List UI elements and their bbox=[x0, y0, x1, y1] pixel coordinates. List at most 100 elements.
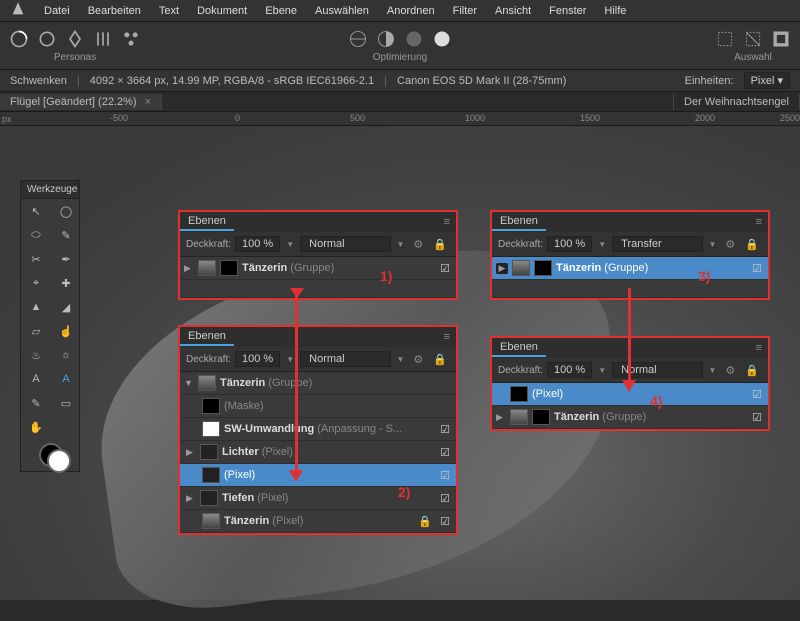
layer-row-maske[interactable]: (Maske) bbox=[180, 395, 456, 418]
selection-marquee-icon[interactable] bbox=[714, 28, 736, 50]
chevron-down-icon[interactable]: ▼ bbox=[395, 355, 407, 364]
expand-arrow-icon[interactable]: ▶ bbox=[184, 263, 194, 274]
hand-tool-icon[interactable]: ✋ bbox=[21, 415, 51, 439]
burn-tool-icon[interactable]: ♨ bbox=[21, 343, 51, 367]
expand-arrow-icon[interactable]: ▶ bbox=[186, 447, 196, 458]
persona-tone-icon[interactable] bbox=[92, 28, 114, 50]
rect-tool-icon[interactable]: ▭ bbox=[51, 391, 81, 415]
blend-mode-dropdown[interactable]: Normal bbox=[300, 236, 390, 252]
chevron-down-icon[interactable]: ▼ bbox=[596, 240, 608, 249]
gear-icon[interactable]: ⚙ bbox=[410, 238, 426, 251]
opt-contrast-icon[interactable] bbox=[375, 28, 397, 50]
visibility-checkbox[interactable]: ☑ bbox=[438, 469, 452, 482]
visibility-checkbox[interactable]: ☑ bbox=[438, 262, 452, 275]
panel-menu-icon[interactable]: ≡ bbox=[750, 216, 768, 228]
menu-hilfe[interactable]: Hilfe bbox=[604, 5, 626, 17]
lock-icon[interactable]: 🔒 bbox=[418, 515, 432, 528]
opacity-value[interactable]: 100 % bbox=[235, 236, 280, 252]
lock-icon[interactable]: 🔒 bbox=[430, 353, 450, 366]
gear-icon[interactable]: ⚙ bbox=[410, 353, 426, 366]
opt-clarity-icon[interactable] bbox=[403, 28, 425, 50]
shape-tool-icon[interactable]: A bbox=[51, 367, 81, 391]
blend-mode-dropdown[interactable]: Transfer bbox=[612, 236, 702, 252]
persona-export-icon[interactable] bbox=[120, 28, 142, 50]
layers-tab[interactable]: Ebenen bbox=[492, 213, 546, 231]
persona-photo-icon[interactable] bbox=[8, 28, 30, 50]
selection-deselect-icon[interactable] bbox=[742, 28, 764, 50]
visibility-checkbox[interactable]: ☑ bbox=[750, 411, 764, 424]
blend-mode-dropdown[interactable]: Normal bbox=[612, 362, 702, 378]
persona-liquify-icon[interactable] bbox=[36, 28, 58, 50]
visibility-checkbox[interactable]: ☑ bbox=[750, 262, 764, 275]
chevron-down-icon[interactable]: ▼ bbox=[395, 240, 407, 249]
dodge-tool-icon[interactable]: ☼ bbox=[51, 343, 81, 367]
lock-icon[interactable]: 🔒 bbox=[430, 238, 450, 251]
panel-menu-icon[interactable]: ≡ bbox=[438, 216, 456, 228]
visibility-checkbox[interactable]: ☑ bbox=[438, 423, 452, 436]
visibility-checkbox[interactable]: ☑ bbox=[438, 515, 452, 528]
panel-menu-icon[interactable]: ≡ bbox=[750, 342, 768, 354]
menu-text[interactable]: Text bbox=[159, 5, 179, 17]
brush-tool-icon[interactable]: ✎ bbox=[51, 223, 81, 247]
eyedropper-tool-icon[interactable]: ✎ bbox=[21, 391, 51, 415]
expand-arrow-icon[interactable]: ▶ bbox=[496, 263, 508, 274]
ellipse-select-icon[interactable]: ⬭ bbox=[21, 223, 51, 247]
opacity-value[interactable]: 100 % bbox=[235, 351, 280, 367]
selection-invert-icon[interactable] bbox=[770, 28, 792, 50]
visibility-checkbox[interactable]: ☑ bbox=[750, 388, 764, 401]
lock-icon[interactable]: 🔒 bbox=[742, 238, 762, 251]
layer-row-taenzerin-group[interactable]: ▶ Tänzerin (Gruppe) ☑ bbox=[492, 257, 768, 280]
gradient-tool-icon[interactable]: ◢ bbox=[51, 295, 81, 319]
zoom-tool-icon[interactable] bbox=[51, 415, 81, 439]
gear-icon[interactable]: ⚙ bbox=[722, 364, 738, 377]
chevron-down-icon[interactable]: ▼ bbox=[707, 366, 719, 375]
lock-icon[interactable]: 🔒 bbox=[742, 364, 762, 377]
chevron-down-icon[interactable]: ▼ bbox=[707, 240, 719, 249]
layer-row-taenzerin-group[interactable]: ▶ Tänzerin (Gruppe) ☑ bbox=[492, 406, 768, 429]
layer-row-taenzerin-group[interactable]: ▼ Tänzerin (Gruppe) bbox=[180, 372, 456, 395]
layer-row-tiefen[interactable]: ▶ Tiefen (Pixel) ☑ bbox=[180, 487, 456, 510]
opt-wb-icon[interactable] bbox=[431, 28, 453, 50]
layers-tab[interactable]: Ebenen bbox=[492, 339, 546, 357]
menu-datei[interactable]: Datei bbox=[44, 5, 70, 17]
opt-levels-icon[interactable] bbox=[347, 28, 369, 50]
menu-ansicht[interactable]: Ansicht bbox=[495, 5, 531, 17]
layers-tab[interactable]: Ebenen bbox=[180, 328, 234, 346]
blend-mode-dropdown[interactable]: Normal bbox=[300, 351, 390, 367]
close-icon[interactable]: × bbox=[145, 96, 151, 108]
layers-tab[interactable]: Ebenen bbox=[180, 213, 234, 231]
fill-tool-icon[interactable]: ▲ bbox=[21, 295, 51, 319]
menu-bearbeiten[interactable]: Bearbeiten bbox=[88, 5, 141, 17]
expand-arrow-icon[interactable]: ▶ bbox=[496, 412, 506, 423]
opacity-value[interactable]: 100 % bbox=[547, 362, 592, 378]
expand-arrow-icon[interactable]: ▶ bbox=[186, 493, 196, 504]
chevron-down-icon[interactable]: ▼ bbox=[596, 366, 608, 375]
heal-tool-icon[interactable]: ✚ bbox=[51, 271, 81, 295]
tab-weihnachtsengel[interactable]: Der Weihnachtsengel bbox=[673, 94, 800, 110]
menu-dokument[interactable]: Dokument bbox=[197, 5, 247, 17]
color-swatch[interactable] bbox=[21, 439, 81, 471]
visibility-checkbox[interactable]: ☑ bbox=[438, 446, 452, 459]
layer-row-sw-umwandlung[interactable]: SW-Umwandlung (Anpassung - S... ☑ bbox=[180, 418, 456, 441]
move-tool-icon[interactable]: ↖ bbox=[21, 199, 51, 223]
clone-tool-icon[interactable]: ⌖ bbox=[21, 271, 51, 295]
crop-tool-icon[interactable]: ✂ bbox=[21, 247, 51, 271]
panel-menu-icon[interactable]: ≡ bbox=[438, 331, 456, 343]
pen-tool-icon[interactable]: ✒ bbox=[51, 247, 81, 271]
collapse-arrow-icon[interactable]: ▼ bbox=[184, 378, 194, 388]
lasso-tool-icon[interactable]: ◯ bbox=[51, 199, 81, 223]
text-tool-icon[interactable]: A bbox=[21, 367, 51, 391]
visibility-checkbox[interactable]: ☑ bbox=[438, 492, 452, 505]
menu-fenster[interactable]: Fenster bbox=[549, 5, 586, 17]
units-dropdown[interactable]: Pixel ▾ bbox=[744, 72, 790, 89]
menu-ebene[interactable]: Ebene bbox=[265, 5, 297, 17]
persona-develop-icon[interactable] bbox=[64, 28, 86, 50]
menu-auswaehlen[interactable]: Auswählen bbox=[315, 5, 369, 17]
layer-row-pixel-selected[interactable]: (Pixel) ☑ bbox=[180, 464, 456, 487]
layer-row-lichter[interactable]: ▶ Lichter (Pixel) ☑ bbox=[180, 441, 456, 464]
layer-row-taenzerin-pixel[interactable]: Tänzerin (Pixel) 🔒 ☑ bbox=[180, 510, 456, 533]
layer-row-taenzerin-group[interactable]: ▶ Tänzerin (Gruppe) ☑ bbox=[180, 257, 456, 280]
menu-filter[interactable]: Filter bbox=[453, 5, 477, 17]
gear-icon[interactable]: ⚙ bbox=[722, 238, 738, 251]
smudge-tool-icon[interactable]: ☝ bbox=[51, 319, 81, 343]
